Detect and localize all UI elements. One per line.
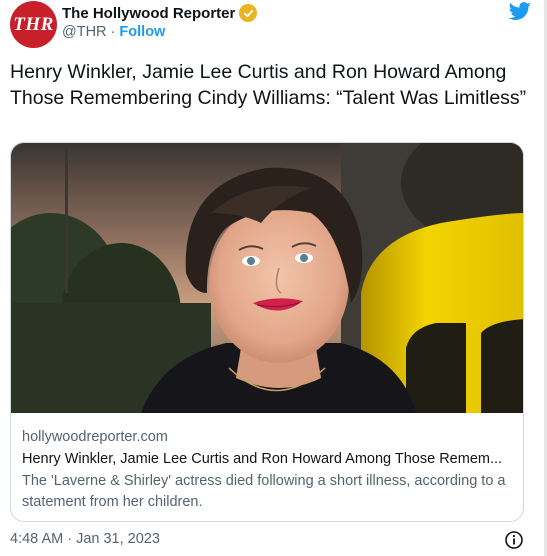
card-description: The 'Laverne & Shirley' actress died fol…	[22, 473, 506, 510]
card-title: Henry Winkler, Jamie Lee Curtis and Ron …	[22, 451, 503, 467]
follow-button[interactable]: Follow	[119, 24, 165, 40]
name-row: The Hollywood Reporter	[62, 4, 258, 22]
twitter-bird-icon[interactable]	[508, 0, 532, 22]
article-photo[interactable]	[11, 143, 523, 413]
handle[interactable]: @THR	[62, 24, 107, 40]
info-icon[interactable]	[504, 530, 524, 550]
card-meta: hollywoodreporter.com Henry Winkler, Jam…	[22, 427, 514, 513]
separator-dot: ·	[106, 24, 120, 40]
handle-row: @THR · Follow	[62, 24, 165, 40]
verified-badge-icon	[239, 4, 258, 22]
tweet-header: THR The Hollywood Reporter @THR · Follow	[10, 0, 532, 50]
card-domain: hollywoodreporter.com	[22, 429, 168, 445]
avatar-logo-text: THR	[13, 13, 54, 35]
tweet-timestamp[interactable]: 4:48 AM · Jan 31, 2023	[10, 531, 160, 547]
link-preview-card[interactable]: hollywoodreporter.com Henry Winkler, Jam…	[10, 142, 524, 522]
avatar[interactable]: THR	[10, 1, 57, 48]
display-name[interactable]: The Hollywood Reporter	[62, 5, 235, 22]
tweet-text: Henry Winkler, Jamie Lee Curtis and Ron …	[10, 61, 527, 109]
